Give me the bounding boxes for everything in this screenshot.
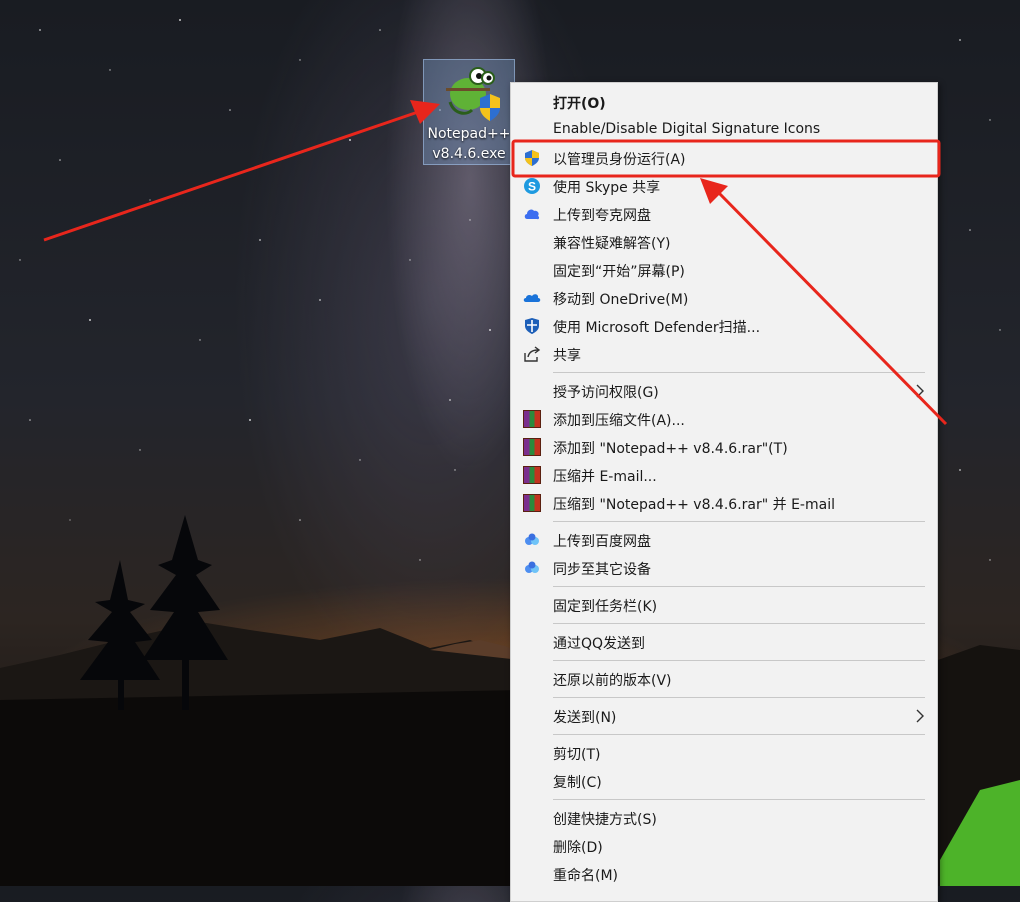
menu-item-upload-quark[interactable]: 上传到夸克网盘 xyxy=(511,201,937,227)
menu-item-label: 授予访问权限(G) xyxy=(553,385,659,401)
menu-separator xyxy=(553,521,925,522)
menu-item-restore-versions[interactable]: 还原以前的版本(V) xyxy=(511,666,937,692)
menu-item-label: 重命名(M) xyxy=(553,868,619,884)
menu-item-label: 还原以前的版本(V) xyxy=(553,673,672,689)
desktop-icon-label: Notepad++ v8.4.6.exe xyxy=(427,126,511,162)
menu-item-delete[interactable]: 删除(D) xyxy=(511,833,937,859)
menu-item-label: 使用 Skype 共享 xyxy=(553,180,661,196)
winrar-icon xyxy=(523,494,541,512)
menu-item-label: 创建快捷方式(S) xyxy=(553,812,657,828)
baidu-netdisk-icon xyxy=(525,533,539,545)
menu-item-label: 添加到压缩文件(A)... xyxy=(553,413,685,429)
menu-item-label: 复制(C) xyxy=(553,775,602,791)
menu-item-copy[interactable]: 复制(C) xyxy=(511,768,937,794)
menu-item-label: 共享 xyxy=(553,348,581,364)
share-icon xyxy=(524,346,541,362)
menu-item-grant-access[interactable]: 授予访问权限(G) xyxy=(511,378,937,404)
menu-separator xyxy=(553,623,925,624)
menu-item-open[interactable]: 打开(O) xyxy=(511,89,937,115)
menu-item-add-rar[interactable]: 添加到 "Notepad++ v8.4.6.rar"(T) xyxy=(511,434,937,460)
onedrive-icon xyxy=(523,294,541,302)
notepad-plus-plus-icon xyxy=(446,67,500,121)
menu-item-label: Enable/Disable Digital Signature Icons xyxy=(553,121,821,137)
menu-item-compress-rar-email[interactable]: 压缩到 "Notepad++ v8.4.6.rar" 并 E-mail xyxy=(511,490,937,516)
desktop-file-icon[interactable]: Notepad++ v8.4.6.exe xyxy=(423,59,515,165)
menu-item-label: 通过QQ发送到 xyxy=(553,636,646,652)
menu-item-label: 压缩到 "Notepad++ v8.4.6.rar" 并 E-mail xyxy=(553,497,835,513)
menu-item-label: 添加到 "Notepad++ v8.4.6.rar"(T) xyxy=(553,441,788,457)
menu-item-move-onedrive[interactable]: 移动到 OneDrive(M) xyxy=(511,285,937,311)
skype-icon: S xyxy=(524,178,540,194)
menu-item-troubleshoot[interactable]: 兼容性疑难解答(Y) xyxy=(511,229,937,255)
menu-item-label: 上传到夸克网盘 xyxy=(553,208,651,224)
menu-item-label: 剪切(T) xyxy=(553,747,601,763)
menu-item-label: 兼容性疑难解答(Y) xyxy=(553,236,671,252)
uac-shield-icon xyxy=(525,150,539,166)
menu-item-label: 固定到任务栏(K) xyxy=(553,599,658,615)
winrar-icon xyxy=(523,410,541,428)
chevron-right-icon xyxy=(916,384,924,398)
menu-item-digital-signature[interactable]: Enable/Disable Digital Signature Icons xyxy=(511,117,937,143)
menu-item-cut[interactable]: 剪切(T) xyxy=(511,740,937,766)
defender-shield-icon xyxy=(525,318,539,334)
chevron-right-icon xyxy=(916,709,924,723)
menu-item-label: 使用 Microsoft Defender扫描... xyxy=(553,320,761,336)
winrar-icon xyxy=(523,438,541,456)
menu-item-label: 移动到 OneDrive(M) xyxy=(553,292,689,308)
svg-text:S: S xyxy=(528,180,536,194)
menu-item-share-skype[interactable]: S 使用 Skype 共享 xyxy=(511,173,937,199)
winrar-icon xyxy=(523,466,541,484)
menu-item-label: 以管理员身份运行(A) xyxy=(553,152,686,168)
quark-cloud-icon xyxy=(524,209,540,220)
menu-item-label: 同步至其它设备 xyxy=(553,562,651,578)
menu-item-label: 压缩并 E-mail... xyxy=(553,469,657,485)
menu-item-scan-defender[interactable]: 使用 Microsoft Defender扫描... xyxy=(511,313,937,339)
menu-item-rename[interactable]: 重命名(M) xyxy=(511,861,937,887)
menu-item-compress-email[interactable]: 压缩并 E-mail... xyxy=(511,462,937,488)
menu-separator xyxy=(553,586,925,587)
baidu-netdisk-icon xyxy=(525,561,539,573)
menu-item-label: 删除(D) xyxy=(553,840,603,856)
menu-item-pin-taskbar[interactable]: 固定到任务栏(K) xyxy=(511,592,937,618)
menu-item-label: 发送到(N) xyxy=(553,710,617,726)
menu-item-label: 上传到百度网盘 xyxy=(553,534,651,550)
menu-item-label: 打开(O) xyxy=(553,96,606,112)
menu-item-create-shortcut[interactable]: 创建快捷方式(S) xyxy=(511,805,937,831)
menu-separator xyxy=(553,660,925,661)
menu-separator xyxy=(553,697,925,698)
menu-item-pin-start[interactable]: 固定到“开始”屏幕(P) xyxy=(511,257,937,283)
menu-item-run-as-admin[interactable]: 以管理员身份运行(A) xyxy=(511,145,937,171)
menu-separator xyxy=(553,372,925,373)
menu-item-send-to[interactable]: 发送到(N) xyxy=(511,703,937,729)
menu-item-upload-baidu[interactable]: 上传到百度网盘 xyxy=(511,527,937,553)
menu-separator xyxy=(553,734,925,735)
context-menu: 打开(O) Enable/Disable Digital Signature I… xyxy=(510,82,938,902)
menu-separator xyxy=(553,799,925,800)
menu-item-send-qq[interactable]: 通过QQ发送到 xyxy=(511,629,937,655)
menu-item-add-archive[interactable]: 添加到压缩文件(A)... xyxy=(511,406,937,432)
menu-item-sync-devices[interactable]: 同步至其它设备 xyxy=(511,555,937,581)
menu-item-label: 固定到“开始”屏幕(P) xyxy=(553,264,685,280)
menu-item-share[interactable]: 共享 xyxy=(511,341,937,367)
